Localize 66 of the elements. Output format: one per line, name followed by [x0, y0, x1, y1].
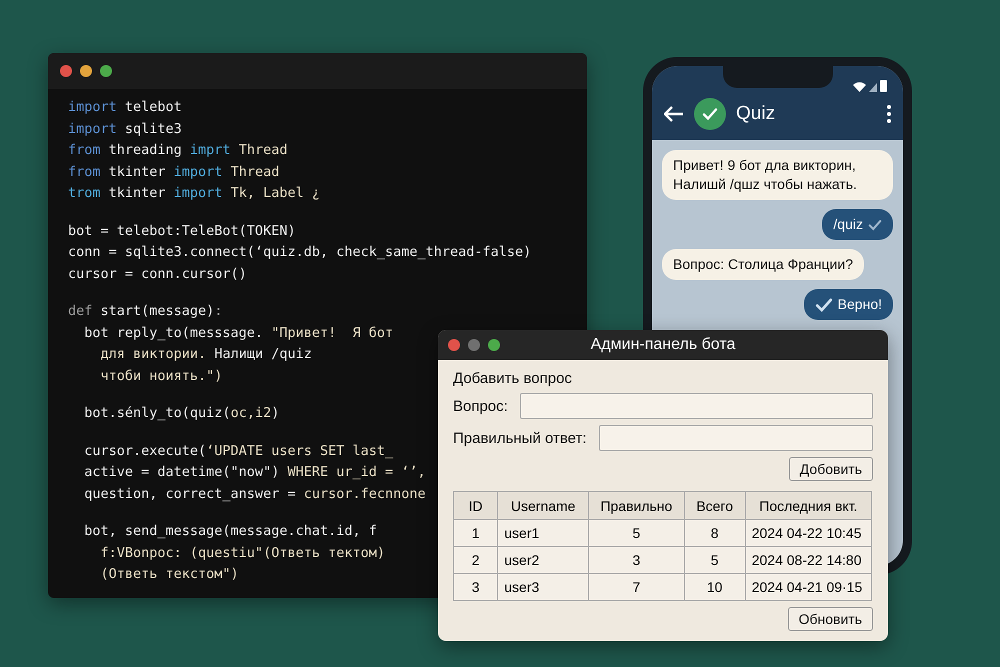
minimize-dot-icon[interactable]: [80, 65, 92, 77]
field-label: Вопрос:: [453, 398, 508, 414]
table-cell: 2024 04-21 09·15: [745, 574, 872, 600]
table-cell: 8: [684, 520, 746, 546]
wifi-icon: [853, 82, 866, 92]
code-line: active = datetime("now") WHERE ur_id = ‘’,: [83, 463, 426, 482]
code-line: для виктории. Налищи /quiz: [100, 345, 312, 364]
table-cell: 3: [588, 546, 684, 574]
input-field[interactable]: [520, 393, 873, 419]
table-cell: user2: [498, 546, 589, 574]
field-label: Правильный ответ:: [453, 430, 587, 446]
column-header: ID: [454, 492, 498, 520]
table-cell: 10: [684, 574, 746, 600]
code-line: cursor.execute(‘UPDATE users SET last_: [83, 442, 394, 460]
code-line: import telebot: [68, 98, 182, 117]
column-header: Username: [498, 492, 589, 520]
message-text: Вопрос: Столица Франции?: [673, 255, 853, 274]
section-title: Добавить вопрос: [453, 370, 572, 387]
add-button[interactable]: Добовить: [788, 457, 873, 481]
checkmark-icon: [702, 106, 718, 122]
chat-title: Quiz: [736, 103, 776, 125]
window-title: Админ-панель бота: [590, 336, 736, 354]
checkmark-icon: [814, 296, 833, 314]
back-arrow-icon[interactable]: [664, 106, 684, 122]
table-cell: 1: [454, 520, 498, 546]
table-cell: 2024 08-22 14:80: [745, 546, 872, 574]
code-line: bot.sénly_to(quiz(oc,i2): [83, 404, 280, 423]
minimize-dot-icon[interactable]: [468, 339, 480, 351]
message-text: Привет! 9 бот дла викторин, Налишй /qшz чтобы нaжать.: [673, 156, 858, 194]
zoom-dot-icon[interactable]: [100, 65, 112, 77]
signal-icon: [869, 83, 877, 92]
refresh-button[interactable]: Обновить: [788, 607, 873, 631]
column-header: Последния вкт.: [745, 492, 872, 520]
table-cell: user3: [498, 574, 589, 600]
input-field[interactable]: [598, 425, 873, 451]
code-line: def start(message):: [68, 302, 222, 321]
code-line: bot = telebot:TeleBot(TOKEN): [68, 222, 296, 240]
table-cell: 3: [454, 574, 498, 600]
code-line: trom tkinter import Tk, Label ¿: [68, 184, 320, 203]
code-line: import sqlite3: [68, 120, 182, 138]
more-menu-icon[interactable]: [887, 105, 891, 123]
message-text: Верно!: [838, 295, 882, 314]
checkmark-icon: [868, 218, 882, 232]
code-line: bot reply_to(messsage. "Привет! Я бот: [83, 324, 394, 342]
message-text: /quiz: [833, 215, 863, 234]
close-dot-icon[interactable]: [60, 65, 72, 77]
code-line: (Ответь текстом"): [100, 565, 239, 584]
code-line: чтоби ноиять."): [100, 366, 222, 386]
code-line: bot, send_message(message.chat.id, f: [83, 522, 377, 541]
column-header: Всего: [684, 492, 746, 520]
zoom-dot-icon[interactable]: [488, 339, 500, 351]
table-cell: 2024 04-22 10:45: [745, 520, 872, 546]
battery-icon: [880, 80, 887, 92]
code-line: cursor = conn.cursor(): [68, 264, 247, 284]
table-cell: 5: [588, 520, 684, 546]
code-line: from tkinter import Thread: [68, 162, 280, 182]
table-cell: user1: [498, 520, 589, 546]
table-cell: 5: [684, 546, 746, 574]
table-cell: 7: [588, 574, 684, 600]
close-dot-icon[interactable]: [448, 339, 460, 351]
code-line: from threading imprt Thread: [68, 141, 288, 160]
code-line: f:VBonpoc: (questiu"(Ответь тектом): [100, 544, 385, 562]
table-cell: 2: [454, 546, 498, 574]
code-line: conn = sqlite3.connect(‘quiz.db, check_same_thread-false): [68, 243, 532, 262]
code-line: question, correct_answer = cursor.fecnnone: [83, 484, 426, 504]
column-header: Правильно: [588, 492, 684, 520]
